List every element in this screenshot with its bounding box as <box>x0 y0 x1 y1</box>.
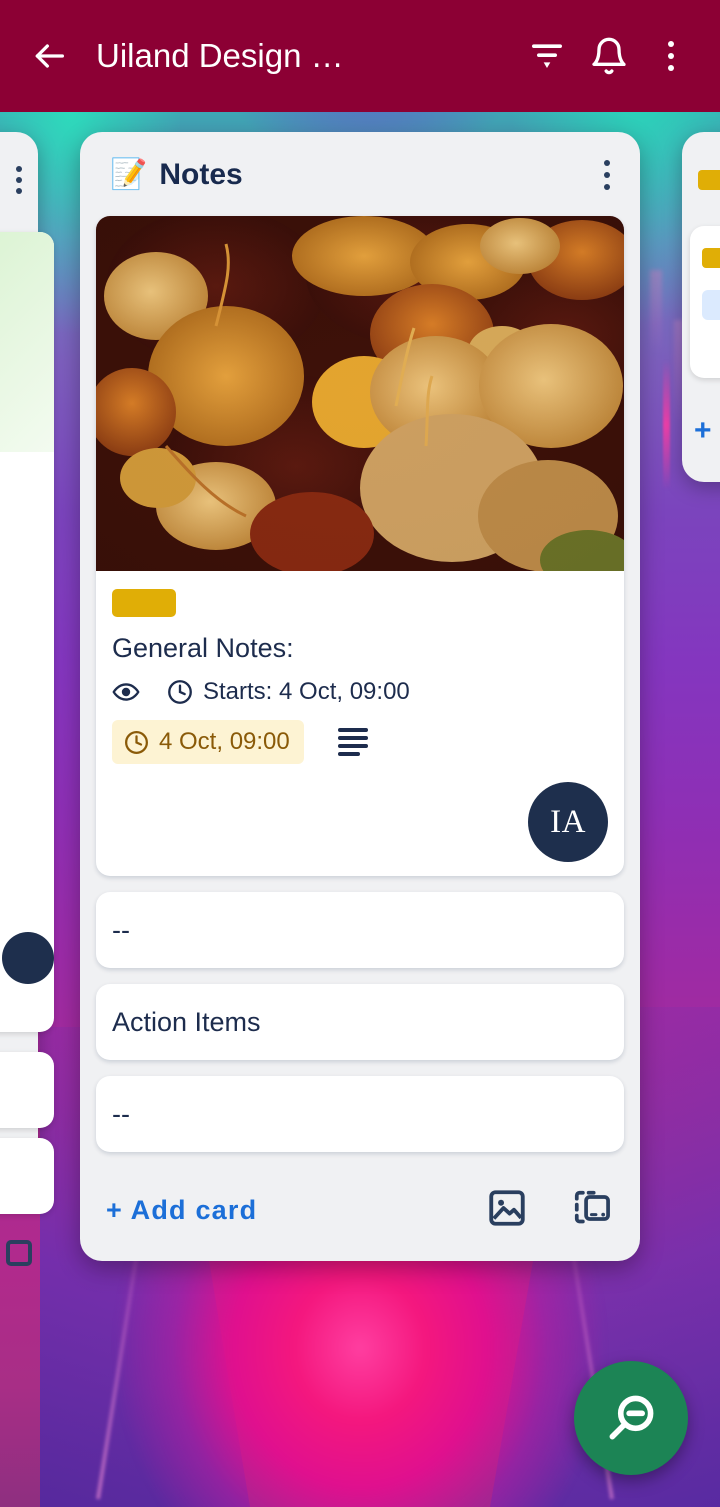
add-image-card-button[interactable] <box>486 1187 528 1234</box>
list-footer-actions <box>486 1186 614 1235</box>
card-start-date[interactable]: Starts: 4 Oct, 09:00 <box>166 678 410 706</box>
add-card-button[interactable]: + Add card <box>106 1195 486 1226</box>
clock-icon <box>125 730 148 754</box>
bell-icon <box>592 37 626 75</box>
card-list: General Notes: Starts: 4 Oct, 09:00 4 Oc… <box>80 216 640 1152</box>
list-item[interactable] <box>0 1138 54 1214</box>
app-bar: Uiland Design … <box>0 0 720 112</box>
card-template-icon[interactable] <box>6 1240 32 1266</box>
filter-icon <box>532 44 562 68</box>
list-item[interactable] <box>0 1052 54 1128</box>
watch-indicator[interactable] <box>112 678 140 706</box>
list-notes[interactable]: 📝 Notes General Notes: Starts: 4 Oct, 09… <box>80 132 640 1261</box>
list-footer: + Add card <box>80 1160 640 1253</box>
add-template-card-button[interactable] <box>570 1186 614 1235</box>
avatar <box>2 932 54 984</box>
list-peek-right[interactable]: + <box>682 132 720 482</box>
card-action-items[interactable]: Action Items <box>96 984 624 1060</box>
card-cover <box>0 232 54 452</box>
page-title: Uiland Design … <box>96 37 344 74</box>
card-cover-autumn-leaves <box>96 216 624 571</box>
zoom-out-icon <box>609 1395 654 1440</box>
description-lines-icon <box>337 728 368 756</box>
card-members-row: IA <box>112 782 608 862</box>
card-title: -- <box>112 1098 130 1129</box>
card-label <box>702 248 720 268</box>
card-meta-row: Starts: 4 Oct, 09:00 <box>112 678 608 706</box>
list-menu-button[interactable] <box>598 156 616 194</box>
card-title: General Notes: <box>112 633 294 663</box>
avatar[interactable]: IA <box>528 782 608 862</box>
back-button[interactable] <box>18 25 80 87</box>
card-badge-row: 4 Oct, 09:00 <box>112 720 608 764</box>
card-placeholder-2[interactable]: -- <box>96 1076 624 1152</box>
memo-icon: 📝 <box>110 158 148 191</box>
more-vertical-icon[interactable] <box>16 166 22 199</box>
card-general-notes[interactable]: General Notes: Starts: 4 Oct, 09:00 4 Oc… <box>96 216 624 876</box>
more-vertical-icon <box>668 41 674 71</box>
clock-icon <box>168 680 192 704</box>
card-chip <box>702 290 720 320</box>
card-label <box>698 170 720 190</box>
card-title: -- <box>112 914 130 945</box>
list-title: Notes <box>159 158 243 191</box>
add-card-button[interactable]: + <box>694 414 712 448</box>
card-placeholder-1[interactable]: -- <box>96 892 624 968</box>
filter-button[interactable] <box>516 25 578 87</box>
list-header: 📝 Notes <box>80 132 640 216</box>
card-body: General Notes: Starts: 4 Oct, 09:00 4 Oc… <box>96 571 624 876</box>
card-start-date-text: Starts: 4 Oct, 09:00 <box>203 678 410 705</box>
card-due-date-badge[interactable]: 4 Oct, 09:00 <box>112 720 304 764</box>
card-due-date-text: 4 Oct, 09:00 <box>159 728 290 755</box>
board-canvas[interactable]: + 📝 Notes General Notes: Starts: 4 Oct, … <box>0 112 720 1507</box>
list-item[interactable] <box>0 232 54 1032</box>
list-peek-left[interactable] <box>0 132 54 1266</box>
card-label[interactable] <box>112 589 176 617</box>
card-title: Action Items <box>112 1006 261 1037</box>
list-item[interactable] <box>690 226 720 378</box>
app-root: Uiland Design … + 📝 Notes General Notes:… <box>0 0 720 1507</box>
zoom-out-fab[interactable] <box>574 1361 688 1475</box>
notifications-button[interactable] <box>578 25 640 87</box>
card-template-icon <box>574 1190 610 1224</box>
arrow-left-icon <box>35 44 64 68</box>
overflow-menu-button[interactable] <box>640 25 702 87</box>
eye-icon <box>112 683 140 701</box>
image-icon <box>489 1190 525 1226</box>
